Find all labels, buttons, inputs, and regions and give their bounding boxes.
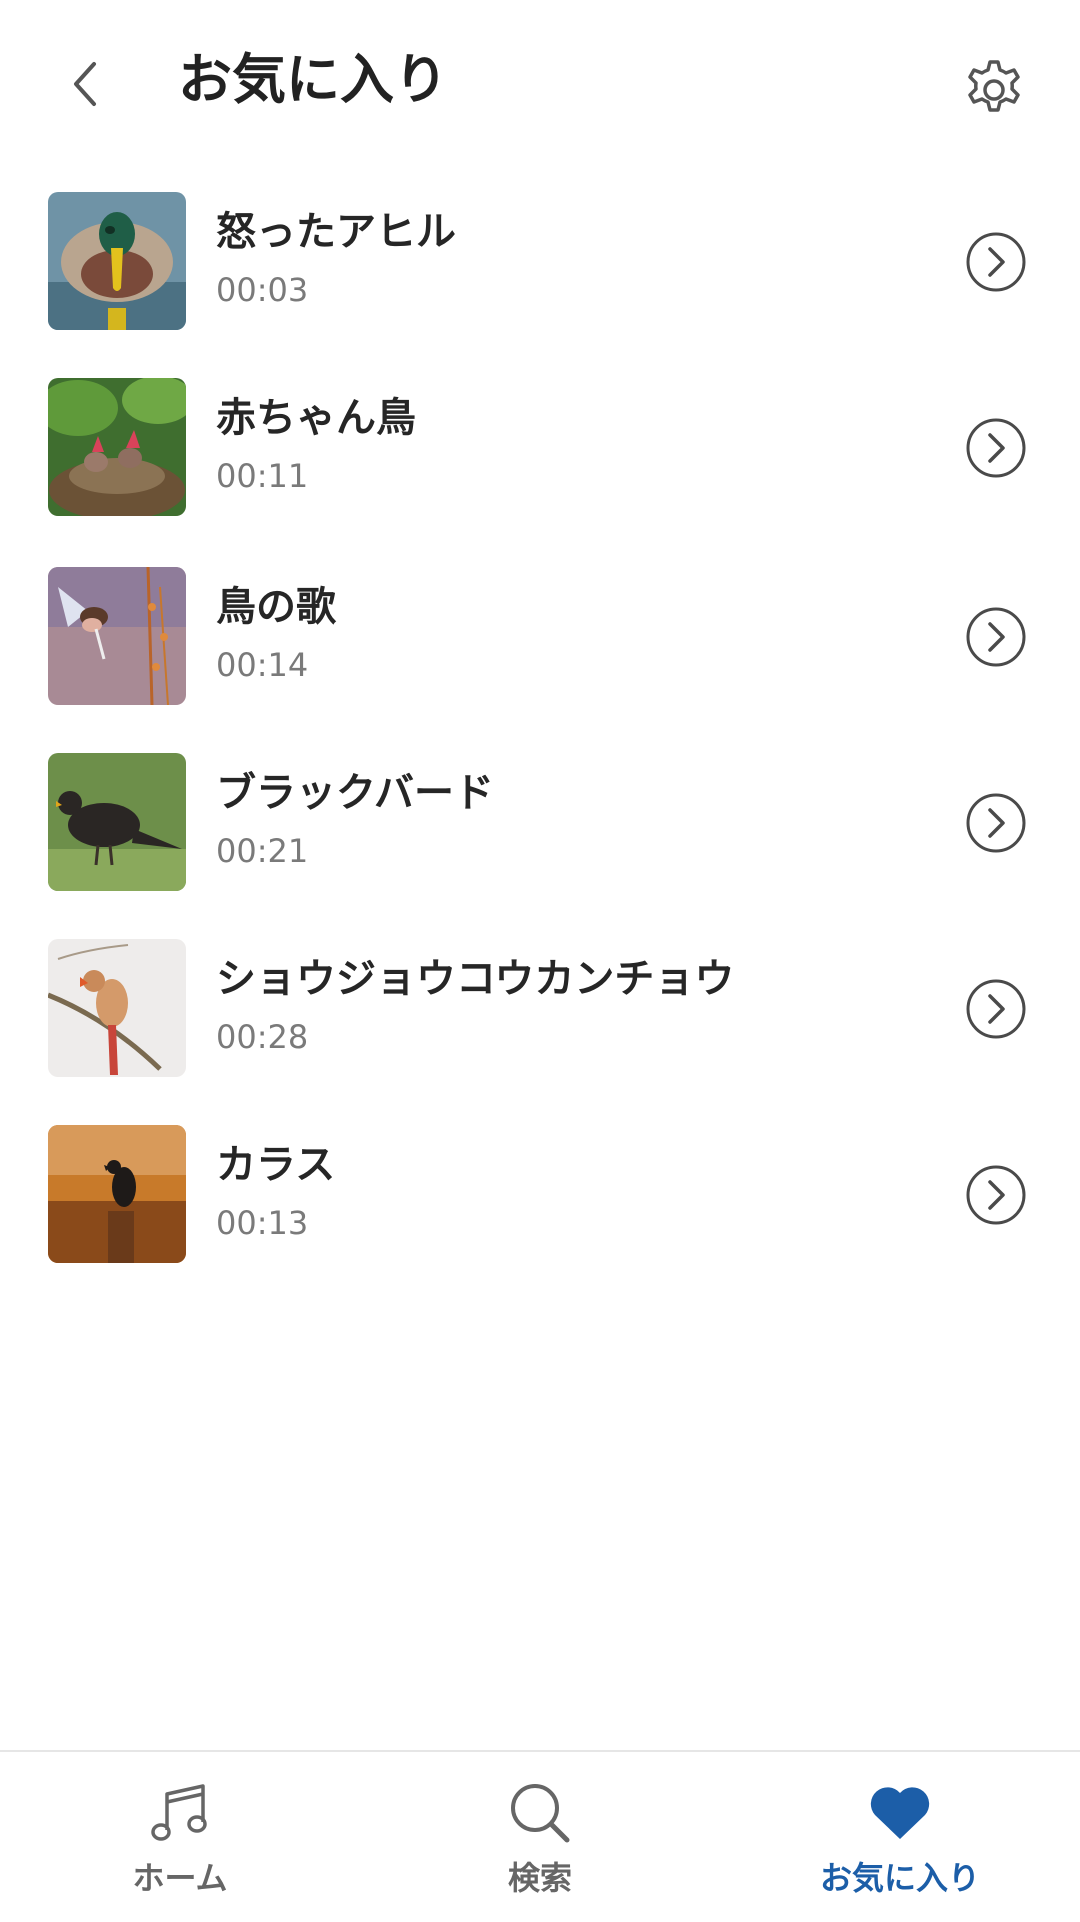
favorite-duration: 00:13 — [216, 1204, 309, 1242]
open-item-button[interactable] — [964, 977, 1028, 1041]
app-header: お気に入り — [0, 0, 1080, 160]
open-item-button[interactable] — [964, 1163, 1028, 1227]
chevron-right-circle-icon — [966, 607, 1026, 667]
music-note-icon — [151, 1784, 207, 1841]
favorite-item-baby-bird[interactable]: 赤ちゃん鳥 00:11 — [0, 372, 1080, 522]
crow-on-post-thumbnail — [48, 1125, 186, 1263]
favorite-duration: 00:03 — [216, 271, 309, 309]
settings-button[interactable] — [960, 52, 1028, 120]
nav-home[interactable]: ホーム — [0, 1752, 360, 1922]
nav-search[interactable]: 検索 — [360, 1752, 720, 1922]
favorite-item-angry-duck[interactable]: 怒ったアヒル 00:03 — [0, 186, 1080, 336]
nav-label: 検索 — [507, 1859, 572, 1897]
search-icon — [511, 1784, 570, 1843]
nav-label: ホーム — [132, 1859, 228, 1897]
songbird-flying-thumbnail — [48, 567, 186, 705]
open-item-button[interactable] — [964, 791, 1028, 855]
favorite-duration: 00:21 — [216, 832, 309, 870]
favorite-title: 鳥の歌 — [216, 584, 336, 630]
favorite-duration: 00:11 — [216, 457, 309, 495]
nav-label: お気に入り — [819, 1859, 980, 1897]
favorite-title: 赤ちゃん鳥 — [216, 395, 416, 441]
favorite-title: 怒ったアヒル — [216, 209, 456, 255]
mallard-duck-thumbnail — [48, 192, 186, 330]
heart-icon — [870, 1787, 930, 1839]
nav-favorites[interactable]: お気に入り — [720, 1752, 1080, 1922]
bottom-navigation: ホーム 検索 お気に入り — [0, 1750, 1080, 1922]
chevron-left-icon — [74, 62, 96, 106]
page-title: お気に入り — [178, 48, 448, 111]
open-item-button[interactable] — [964, 230, 1028, 294]
favorite-title: ショウジョウコウカンチョウ — [216, 956, 735, 1002]
chevron-right-circle-icon — [966, 793, 1026, 853]
favorite-item-bird-song[interactable]: 鳥の歌 00:14 — [0, 561, 1080, 711]
favorite-item-blackbird[interactable]: ブラックバード 00:21 — [0, 747, 1080, 897]
favorite-duration: 00:28 — [216, 1018, 309, 1056]
open-item-button[interactable] — [964, 605, 1028, 669]
open-item-button[interactable] — [964, 416, 1028, 480]
favorite-title: ブラックバード — [216, 770, 494, 816]
favorite-item-crow[interactable]: カラス 00:13 — [0, 1119, 1080, 1269]
chevron-right-circle-icon — [966, 418, 1026, 478]
cardinal-on-branch-thumbnail — [48, 939, 186, 1077]
chevron-right-circle-icon — [966, 1165, 1026, 1225]
chevron-right-circle-icon — [966, 232, 1026, 292]
gear-icon — [968, 60, 1020, 112]
favorite-item-cardinal[interactable]: ショウジョウコウカンチョウ 00:28 — [0, 933, 1080, 1083]
favorite-title: カラス — [216, 1142, 336, 1188]
back-button[interactable] — [56, 52, 112, 116]
baby-birds-nest-thumbnail — [48, 378, 186, 516]
blackbird-on-grass-thumbnail — [48, 753, 186, 891]
favorite-duration: 00:14 — [216, 646, 309, 684]
chevron-right-circle-icon — [966, 979, 1026, 1039]
